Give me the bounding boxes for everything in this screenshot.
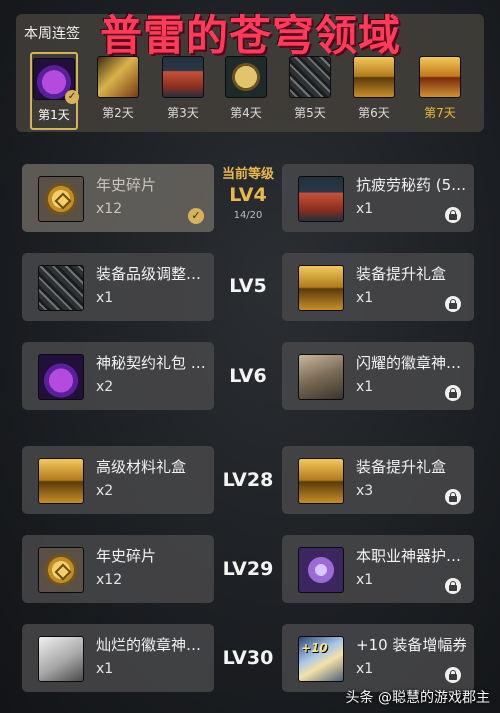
reward-name: 高级材料礼盒 [96, 458, 187, 476]
signin-day-4[interactable]: 第4天 [222, 52, 270, 130]
reward-name: 年史碎片 [96, 547, 157, 565]
reward-card-left[interactable]: 神秘契约礼包 … x2 [22, 342, 214, 410]
reward-card-left[interactable]: 年史碎片 x12 [22, 535, 214, 603]
reward-card-right[interactable]: 装备提升礼盒 x3 [282, 446, 474, 514]
signin-day-label: 第5天 [294, 106, 326, 120]
reward-qty: x12 [96, 572, 123, 588]
reward-qty: x1 [96, 290, 114, 306]
signin-day-label: 第2天 [102, 106, 134, 120]
signin-day-label: 第4天 [230, 106, 262, 120]
reward-name: 抗疲劳秘药 (5… [356, 176, 466, 194]
watermark: 头条 @聪慧的游戏郡主 [345, 690, 490, 706]
claimed-check-icon: ✓ [65, 90, 79, 104]
material-box-icon [38, 458, 84, 504]
reward-name: 年史碎片 [96, 176, 157, 194]
reward-qty: x1 [356, 572, 374, 588]
signin-day-7[interactable]: 第7天 [416, 52, 464, 130]
upgrade-box-icon [298, 458, 344, 504]
level-label: LV5 [229, 275, 267, 297]
reward-name: +10 装备增幅券 [356, 636, 466, 654]
signin-day-6[interactable]: 第6天 [350, 52, 398, 130]
reward-qty: x1 [356, 379, 374, 395]
reward-name: 神秘契约礼包 … [96, 354, 206, 372]
level-label: LV4 [229, 184, 267, 206]
claimed-check-icon: ✓ [188, 208, 204, 224]
brilliant-emblem-box-icon [38, 636, 84, 682]
reward-card-left[interactable]: 高级材料礼盒 x2 [22, 446, 214, 514]
level-label: LV29 [222, 558, 274, 580]
reward-name: 闪耀的徽章神… [356, 354, 462, 372]
mystery-bag-icon: ✓ [33, 58, 79, 104]
reward-qty: x1 [96, 661, 114, 677]
grade-adjust-icon [38, 265, 84, 311]
signin-day-label: 第3天 [167, 106, 199, 120]
chronicle-shard-icon [38, 547, 84, 593]
lock-icon [445, 578, 461, 594]
reward-card-right[interactable]: +10 +10 装备增幅券 x1 [282, 624, 474, 692]
level-label: LV30 [222, 647, 274, 669]
reward-qty: x2 [96, 379, 114, 395]
signin-day-5[interactable]: 第5天 [286, 52, 334, 130]
upgrade-box-icon [298, 265, 344, 311]
signin-title: 本周连签 [24, 26, 80, 42]
signin-day-3[interactable]: 第3天 [159, 52, 207, 130]
fatigue-potion-icon [298, 176, 344, 222]
reward-name: 装备提升礼盒 [356, 265, 447, 283]
banner-title: 普雷的苍穹领域 [100, 11, 402, 60]
reward-card-right[interactable]: 装备提升礼盒 x1 [282, 253, 474, 321]
reward-card-right[interactable]: 本职业神器护… x1 [282, 535, 474, 603]
amplify-icon-text: +10 [301, 641, 328, 655]
signin-day-label: 第1天 [38, 108, 70, 122]
reward-card-left[interactable]: 装备品级调整… x1 [22, 253, 214, 321]
reward-card-right[interactable]: 闪耀的徽章神… x1 [282, 342, 474, 410]
chronicle-shard-icon [38, 176, 84, 222]
level-progress: 14/20 [233, 210, 263, 221]
reward-qty: x1 [356, 201, 374, 217]
signin-day-label: 第6天 [358, 106, 390, 120]
reward-qty: x2 [96, 483, 114, 499]
reward-qty: x12 [96, 201, 123, 217]
signin-day-1[interactable]: ✓ 第1天 [30, 52, 79, 130]
amplify-ticket-icon: +10 [298, 636, 344, 682]
lock-icon [445, 385, 461, 401]
level-label: LV28 [222, 469, 274, 491]
signin-day-2[interactable]: 第2天 [94, 52, 142, 130]
contract-pack-icon [38, 354, 84, 400]
treasure-chest-icon [419, 56, 461, 98]
reward-name: 本职业神器护… [356, 547, 462, 565]
reward-name: 灿烂的徽章神… [96, 636, 202, 654]
reward-card-right[interactable]: 抗疲劳秘药 (5… x1 [282, 164, 474, 232]
lock-icon [445, 207, 461, 223]
reward-card-left[interactable]: 年史碎片 x12 ✓ [22, 164, 214, 232]
current-level-caption: 当前等级 [221, 167, 274, 182]
level-label: LV6 [229, 365, 267, 387]
lock-icon [445, 489, 461, 505]
reward-qty: x1 [356, 290, 374, 306]
reward-qty: x1 [356, 661, 374, 677]
shining-emblem-box-icon [298, 354, 344, 400]
reward-card-left[interactable]: 灿烂的徽章神… x1 [22, 624, 214, 692]
reward-name: 装备提升礼盒 [356, 458, 447, 476]
reward-name: 装备品级调整… [96, 265, 202, 283]
artifact-armor-icon [298, 547, 344, 593]
lock-icon [445, 667, 461, 683]
reward-qty: x3 [356, 483, 374, 499]
lock-icon [445, 296, 461, 312]
signin-day-label: 第7天 [424, 106, 456, 120]
